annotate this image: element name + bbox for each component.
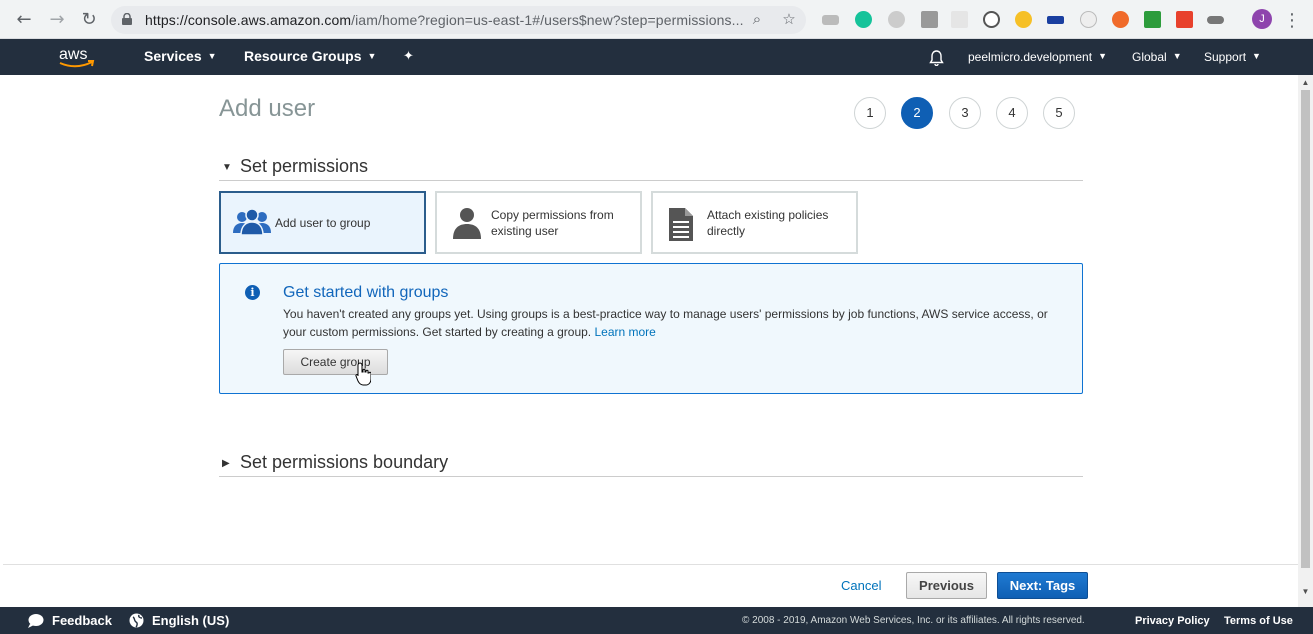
scrollbar-thumb[interactable] [1301,90,1310,568]
support-menu[interactable]: Support ▼ [1204,50,1261,64]
user-icon [453,208,481,239]
info-icon: i [245,285,260,300]
step-5[interactable]: 5 [1043,97,1075,129]
users-group-icon [233,208,271,236]
extension-icon-5[interactable] [951,11,968,28]
privacy-policy-link[interactable]: Privacy Policy [1135,615,1210,627]
info-text: You haven't created any groups yet. Usin… [283,305,1063,341]
account-menu[interactable]: peelmicro.development ▼ [968,50,1107,64]
language-selector[interactable]: English (US) [152,613,229,628]
step-1[interactable]: 1 [854,97,886,129]
option-label: Copy permissions from existing user [491,207,614,239]
zoom-icon[interactable]: ⌕ [747,10,767,30]
grammarly-icon[interactable] [855,11,872,28]
option-label: Add user to group [275,216,371,230]
support-label: Support [1204,50,1247,64]
extension-icon-10[interactable] [1112,11,1129,28]
caret-down-icon: ▼ [222,162,232,173]
resource-groups-label: Resource Groups [244,48,362,64]
feedback-link[interactable]: Feedback [52,613,112,628]
region-menu[interactable]: Global ▼ [1132,50,1182,64]
console-footer: Feedback English (US) © 2008 - 2019, Ama… [0,607,1313,634]
aws-console-nav: aws Services ▼ Resource Groups ▼ ✦ peelmic… [0,39,1313,75]
hand-cursor-icon [355,362,371,386]
option-label-line2: directly [707,224,746,238]
extension-icon-9[interactable] [1080,11,1097,28]
svg-text:aws: aws [59,46,87,63]
previous-button[interactable]: Previous [906,572,987,599]
chevron-down-icon: ▼ [1098,51,1107,61]
lock-icon [122,13,132,25]
reload-icon[interactable]: ↻ [77,8,101,32]
set-permissions-section[interactable]: ▼ Set permissions [219,155,1083,181]
next-tags-button[interactable]: Next: Tags [997,572,1088,599]
section-heading: Set permissions boundary [240,452,449,472]
chevron-down-icon: ▼ [367,51,377,61]
scroll-down-icon[interactable]: ▼ [1301,587,1310,597]
option-add-user-to-group[interactable]: Add user to group [219,191,426,254]
resource-groups-menu[interactable]: Resource Groups ▼ [244,48,376,64]
back-arrow-icon[interactable]: ← [12,8,36,32]
document-icon [669,208,693,241]
terms-of-use-link[interactable]: Terms of Use [1224,615,1293,627]
extension-icon-8[interactable] [1047,16,1064,24]
create-group-button[interactable]: Create group [283,349,388,375]
extension-icon-6[interactable] [983,11,1000,28]
copyright-text: © 2008 - 2019, Amazon Web Services, Inc.… [742,615,1085,626]
scrollbar[interactable]: ▲ ▼ [1298,75,1313,607]
bookmark-star-icon[interactable]: ☆ [779,10,799,30]
services-menu[interactable]: Services ▼ [144,48,217,64]
page-title: Add user [219,95,316,122]
extension-icon-4[interactable] [921,11,938,28]
bell-icon[interactable] [929,50,944,66]
wizard-action-bar [3,564,1298,607]
chevron-down-icon: ▼ [1252,51,1261,61]
permissions-boundary-section[interactable]: ▶ Set permissions boundary [219,451,1083,477]
option-label-line2: existing user [491,224,559,238]
chevron-down-icon: ▼ [207,51,217,61]
chevron-down-icon: ▼ [1172,51,1182,61]
extension-icon-3[interactable] [888,11,905,28]
caret-right-icon: ▶ [222,458,230,469]
aws-logo[interactable]: aws [57,43,97,71]
section-heading: Set permissions [240,156,369,176]
option-label-line1: Copy permissions from [491,208,614,222]
extension-icon-7[interactable] [1015,11,1032,28]
extension-icon-1[interactable] [822,15,839,25]
browser-menu-icon[interactable]: ⋮ [1283,8,1301,32]
cancel-button[interactable]: Cancel [841,578,881,593]
forward-arrow-icon[interactable]: → [45,8,69,32]
option-label: Attach existing policies directly [707,207,828,239]
step-4[interactable]: 4 [996,97,1028,129]
option-attach-policies[interactable]: Attach existing policies directly [651,191,858,254]
info-title: Get started with groups [283,284,449,301]
scroll-up-icon[interactable]: ▲ [1301,78,1310,88]
step-2[interactable]: 2 [901,97,933,129]
profile-avatar[interactable]: J [1252,9,1272,29]
url-path: /iam/home?region=us-east-1#/users$new?st… [351,12,744,28]
info-body: You haven't created any groups yet. Usin… [283,307,1048,339]
info-panel: i Get started with groups You haven't cr… [219,263,1083,394]
extension-icon-12[interactable] [1176,11,1193,28]
account-label: peelmicro.development [968,50,1093,64]
option-copy-permissions[interactable]: Copy permissions from existing user [435,191,642,254]
pin-icon[interactable]: ✦ [403,48,414,64]
url-domain: https://console.aws.amazon.com [145,12,352,28]
globe-icon [129,613,144,628]
feedback-bubble-icon [28,614,44,628]
url-text: https://console.aws.amazon.com/iam/home?… [145,12,744,28]
option-label-line1: Attach existing policies [707,208,829,222]
extension-icon-11[interactable] [1144,11,1161,28]
extension-icon-13[interactable] [1207,16,1224,24]
address-bar[interactable]: https://console.aws.amazon.com/iam/home?… [111,6,806,34]
browser-toolbar: ← → ↻ https://console.aws.amazon.com/iam… [0,0,1313,39]
step-3[interactable]: 3 [949,97,981,129]
region-label: Global [1132,50,1167,64]
learn-more-link[interactable]: Learn more [594,325,655,339]
services-label: Services [144,48,202,64]
